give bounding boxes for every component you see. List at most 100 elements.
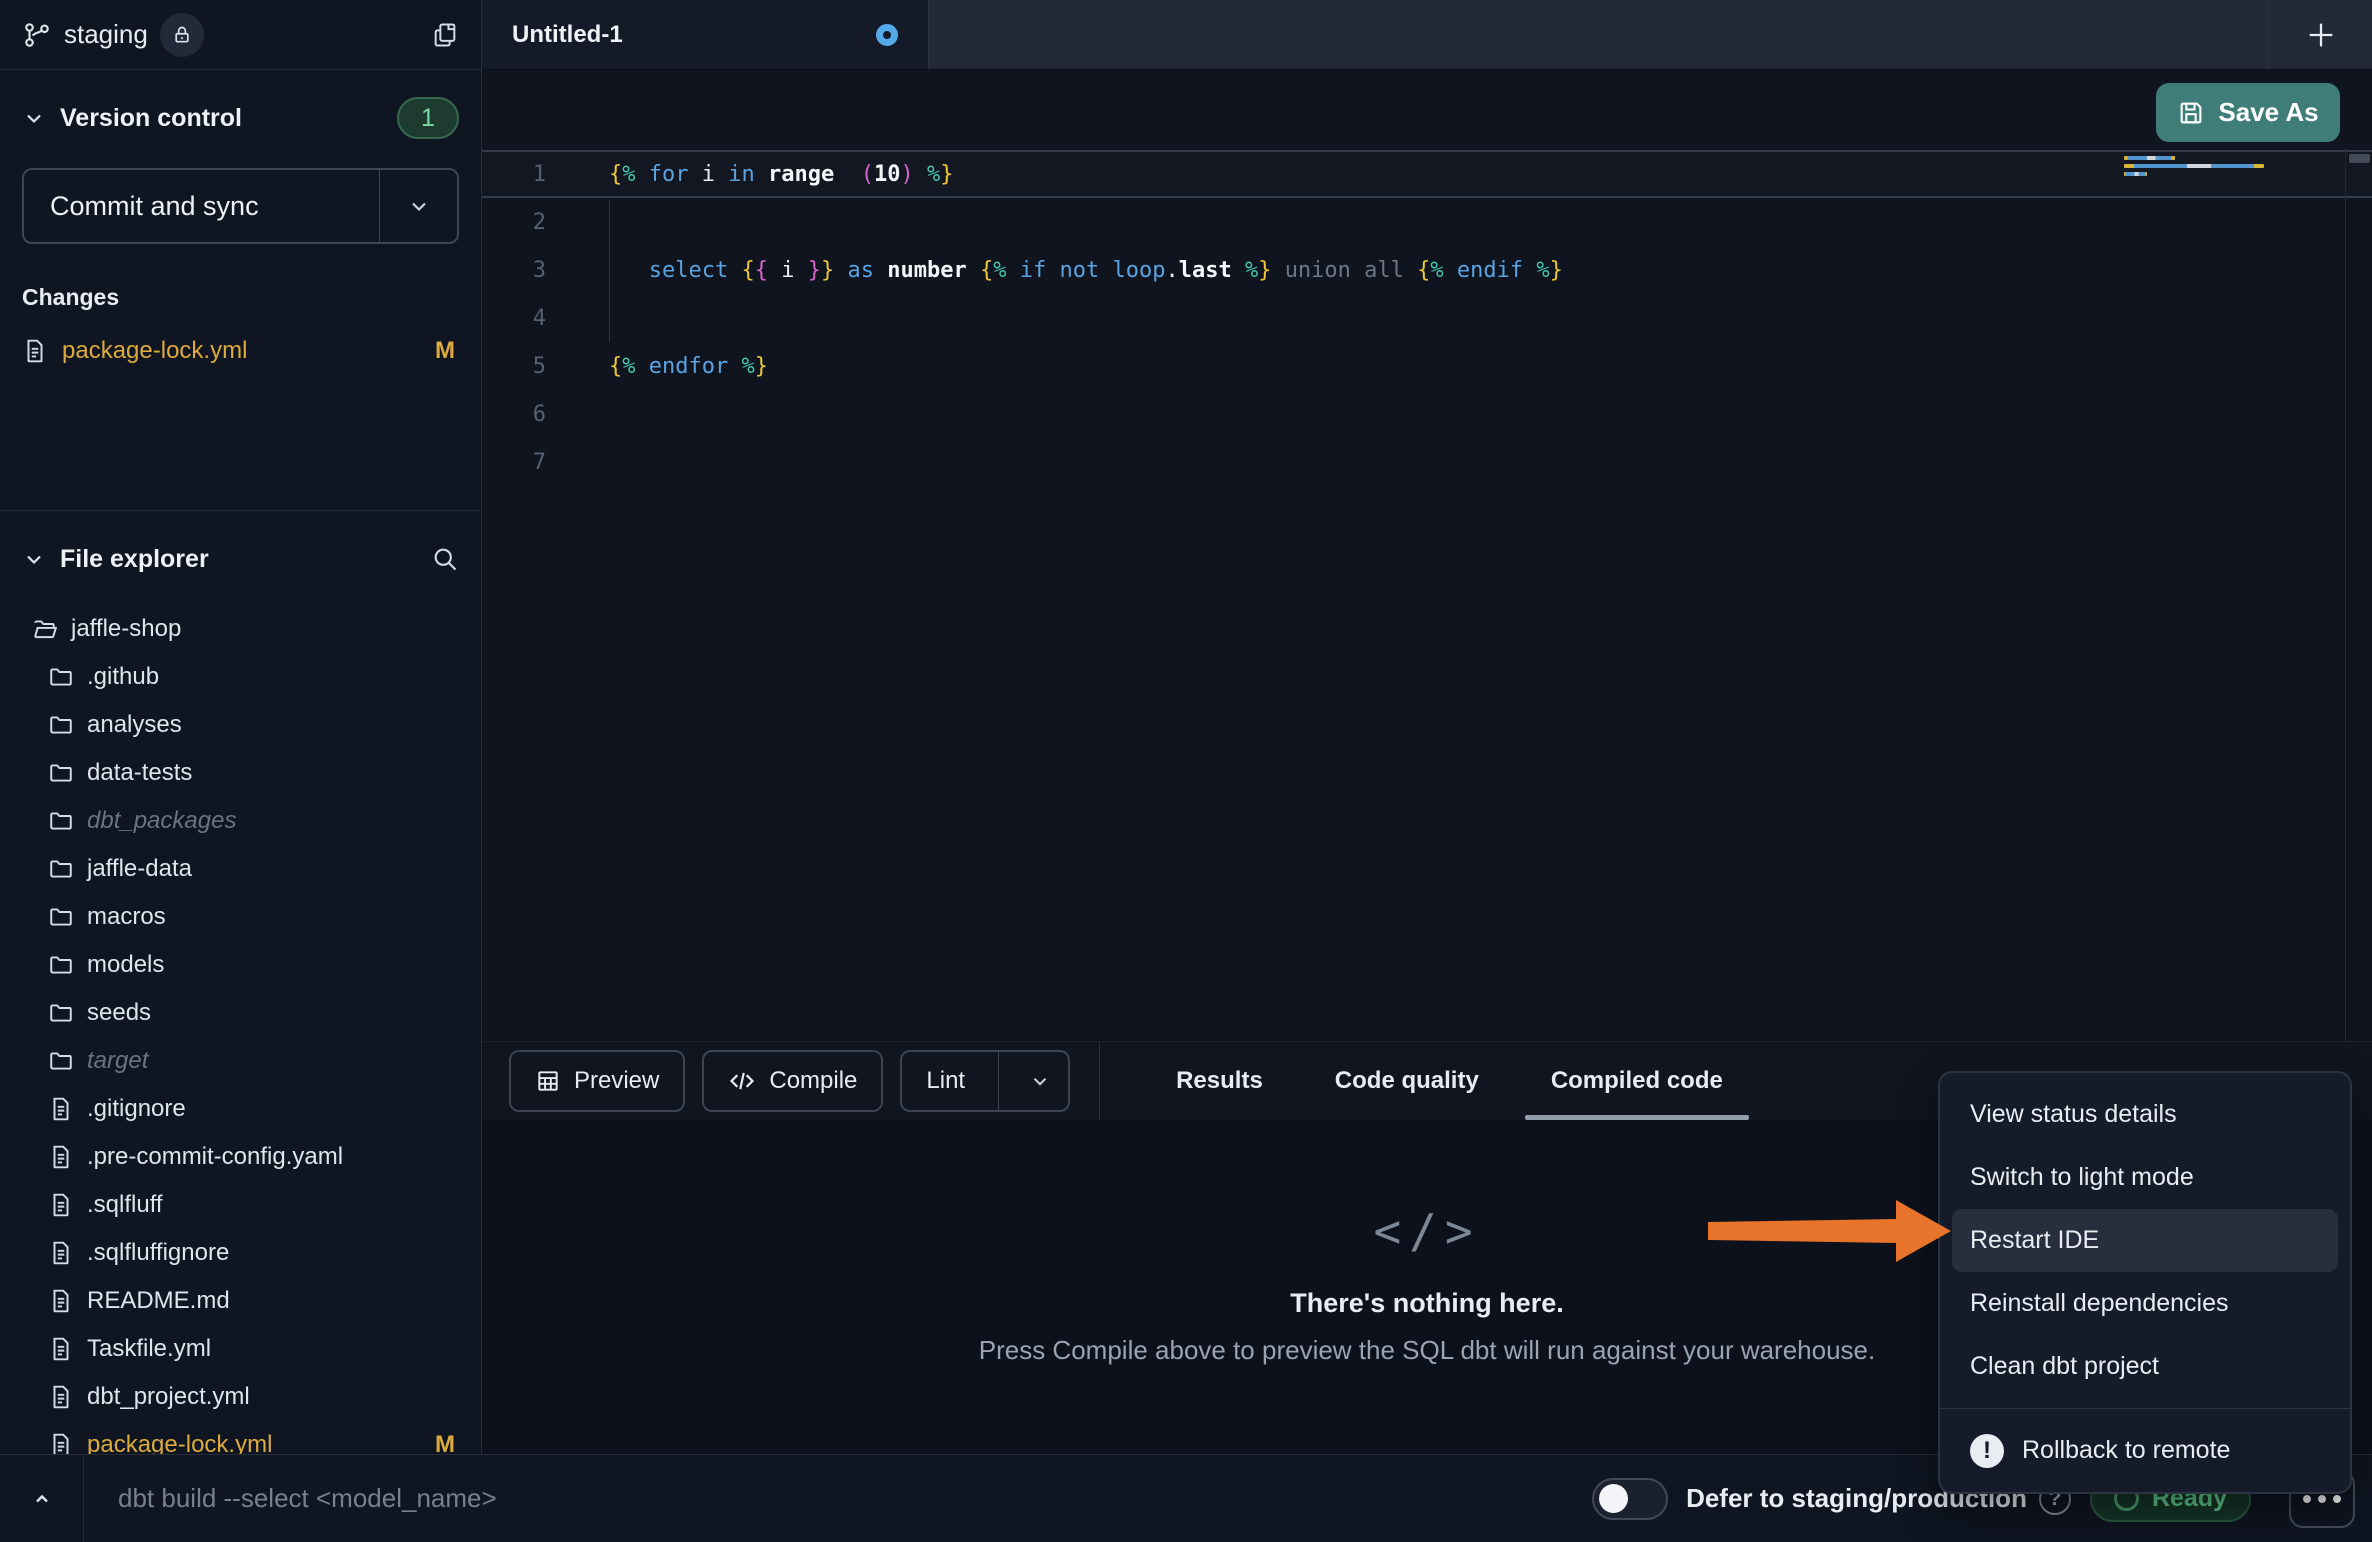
tree-item-Taskfile.yml[interactable]: Taskfile.yml bbox=[22, 1325, 459, 1373]
collapse-command-bar-button[interactable] bbox=[0, 1455, 84, 1542]
code-text: {% for i in range (10) %} bbox=[609, 162, 953, 187]
tree-item-.sqlfluff[interactable]: .sqlfluff bbox=[22, 1181, 459, 1229]
search-icon[interactable] bbox=[431, 545, 459, 573]
changes-label: Changes bbox=[22, 284, 459, 311]
menu-item-label: View status details bbox=[1970, 1100, 2177, 1129]
tree-item-label: jaffle-shop bbox=[71, 615, 181, 643]
line-number: 3 bbox=[482, 258, 546, 283]
lock-icon bbox=[172, 25, 192, 45]
tree-item-dbt_packages[interactable]: dbt_packages bbox=[22, 797, 459, 845]
minimap-line bbox=[2124, 172, 2147, 176]
tree-item-label: Taskfile.yml bbox=[87, 1335, 211, 1363]
panel-tab-compiled-code[interactable]: Compiled code bbox=[1525, 1042, 1749, 1120]
code-line-6[interactable]: 6 bbox=[482, 390, 2372, 438]
toggle-knob bbox=[1599, 1484, 1628, 1513]
commit-and-sync-label: Commit and sync bbox=[24, 191, 379, 222]
file-explorer-title: File explorer bbox=[60, 545, 209, 574]
folder-icon bbox=[48, 1000, 74, 1026]
tree-item-data-tests[interactable]: data-tests bbox=[22, 749, 459, 797]
menu-item-restart-ide[interactable]: Restart IDE bbox=[1952, 1209, 2338, 1272]
folder-icon bbox=[48, 856, 74, 882]
commit-and-sync-button[interactable]: Commit and sync bbox=[22, 168, 459, 244]
file-icon bbox=[48, 1336, 74, 1362]
preview-button[interactable]: Preview bbox=[509, 1050, 685, 1112]
changed-file-name: package-lock.yml bbox=[62, 337, 247, 365]
branch-readonly-badge bbox=[160, 13, 204, 57]
code-lines: 1{% for i in range (10) %} 2 3 select {{ i… bbox=[482, 148, 2372, 486]
code-line-4[interactable]: 4 bbox=[482, 294, 2372, 342]
compile-button[interactable]: Compile bbox=[702, 1050, 883, 1112]
scrollbar-thumb[interactable] bbox=[2349, 154, 2370, 163]
tree-item-label: .gitignore bbox=[87, 1095, 186, 1123]
changed-file-row[interactable]: package-lock.yml M bbox=[22, 329, 459, 373]
line-number: 2 bbox=[482, 210, 546, 235]
lint-button[interactable]: Lint bbox=[900, 1050, 1070, 1112]
code-text: {% endfor %} bbox=[609, 354, 768, 379]
menu-item-clean-dbt-project[interactable]: Clean dbt project bbox=[1940, 1335, 2350, 1398]
menu-item-rollback-to-remote[interactable]: !Rollback to remote bbox=[1940, 1419, 2350, 1482]
code-line-2[interactable]: 2 bbox=[482, 198, 2372, 246]
version-control-section: Version control 1 Commit and sync Change… bbox=[0, 96, 481, 511]
tree-item-label: dbt_project.yml bbox=[87, 1383, 250, 1411]
minimap-line bbox=[2124, 156, 2175, 160]
code-editor[interactable]: 1{% for i in range (10) %} 2 3 select {{ i… bbox=[482, 148, 2372, 1041]
folder-icon bbox=[48, 808, 74, 834]
folder-icon bbox=[48, 712, 74, 738]
tree-item-label: target bbox=[87, 1047, 148, 1075]
dbt-ide-app: staging Version control bbox=[0, 0, 2372, 1542]
editor-scrollbar[interactable] bbox=[2345, 148, 2372, 1041]
menu-item-label: Rollback to remote bbox=[2022, 1436, 2230, 1465]
tree-item-label: data-tests bbox=[87, 759, 192, 787]
lint-options-dropdown[interactable] bbox=[1012, 1070, 1068, 1092]
tree-item-.sqlfluffignore[interactable]: .sqlfluffignore bbox=[22, 1229, 459, 1277]
tree-item-label: .pre-commit-config.yaml bbox=[87, 1143, 343, 1171]
minimap[interactable] bbox=[2124, 156, 2270, 180]
code-line-5[interactable]: 5 {% endfor %} bbox=[482, 342, 2372, 390]
defer-toggle[interactable] bbox=[1592, 1478, 1668, 1520]
tree-item-.gitignore[interactable]: .gitignore bbox=[22, 1085, 459, 1133]
menu-item-reinstall-dependencies[interactable]: Reinstall dependencies bbox=[1940, 1272, 2350, 1335]
version-control-header[interactable]: Version control 1 bbox=[22, 96, 459, 140]
menu-item-switch-to-light-mode[interactable]: Switch to light mode bbox=[1940, 1146, 2350, 1209]
tree-item-README.md[interactable]: README.md bbox=[22, 1277, 459, 1325]
copy-icon[interactable] bbox=[431, 21, 459, 49]
branch-name[interactable]: staging bbox=[64, 19, 148, 50]
lint-split-divider bbox=[998, 1052, 999, 1110]
code-line-7[interactable]: 7 bbox=[482, 438, 2372, 486]
tree-item-analyses[interactable]: analyses bbox=[22, 701, 459, 749]
command-input[interactable]: dbt build --select <model_name> bbox=[118, 1483, 497, 1514]
tree-item-.pre-commit-config.yaml[interactable]: .pre-commit-config.yaml bbox=[22, 1133, 459, 1181]
tree-item-seeds[interactable]: seeds bbox=[22, 989, 459, 1037]
commit-options-dropdown[interactable] bbox=[379, 170, 457, 242]
tree-item-models[interactable]: models bbox=[22, 941, 459, 989]
line-number: 5 bbox=[482, 354, 546, 379]
panel-tab-code-quality[interactable]: Code quality bbox=[1309, 1042, 1505, 1120]
file-icon bbox=[48, 1144, 74, 1170]
menu-item-view-status-details[interactable]: View status details bbox=[1940, 1083, 2350, 1146]
tree-item-label: dbt_packages bbox=[87, 807, 236, 835]
save-as-button[interactable]: Save As bbox=[2156, 83, 2340, 142]
code-icon bbox=[728, 1067, 756, 1095]
minimap-line bbox=[2124, 164, 2264, 168]
ide-options-menu: View status detailsSwitch to light modeR… bbox=[1938, 1071, 2352, 1494]
panel-tab-results[interactable]: Results bbox=[1150, 1042, 1289, 1120]
code-line-3[interactable]: 3 select {{ i }} as number {% if not loo… bbox=[482, 246, 2372, 294]
tree-item-target[interactable]: target bbox=[22, 1037, 459, 1085]
folder-icon bbox=[48, 664, 74, 690]
tree-item-label: analyses bbox=[87, 711, 182, 739]
tab-label: Untitled-1 bbox=[512, 21, 623, 49]
line-number: 7 bbox=[482, 450, 546, 475]
panel-tabs: Results Code quality Compiled code bbox=[1140, 1042, 1759, 1120]
editor-tabstrip: Untitled-1 bbox=[482, 0, 2372, 70]
tree-item-.github[interactable]: .github bbox=[22, 653, 459, 701]
tree-item-macros[interactable]: macros bbox=[22, 893, 459, 941]
code-line-1[interactable]: 1{% for i in range (10) %} bbox=[482, 150, 2372, 198]
tree-item-jaffle-data[interactable]: jaffle-data bbox=[22, 845, 459, 893]
tab-untitled-1[interactable]: Untitled-1 bbox=[482, 0, 929, 69]
new-tab-button[interactable] bbox=[2268, 0, 2372, 69]
tree-item-jaffle-shop[interactable]: jaffle-shop bbox=[22, 605, 459, 653]
tree-item-dbt_project.yml[interactable]: dbt_project.yml bbox=[22, 1373, 459, 1421]
tabstrip-empty-space bbox=[929, 0, 2268, 69]
file-icon bbox=[48, 1384, 74, 1410]
file-explorer-header[interactable]: File explorer bbox=[22, 537, 459, 581]
